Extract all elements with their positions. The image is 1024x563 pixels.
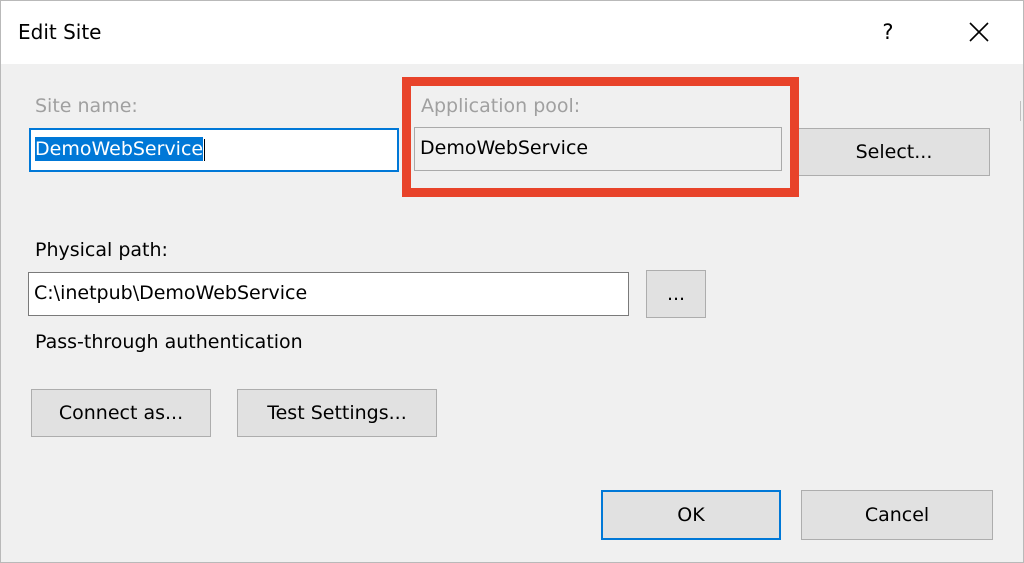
close-button[interactable] [959, 13, 999, 53]
test-settings-button[interactable]: Test Settings... [237, 389, 437, 437]
close-icon [969, 22, 989, 42]
edit-site-dialog: Edit Site ? Site name: DemoWebService Ap… [0, 0, 1024, 563]
site-name-label: Site name: [35, 95, 138, 117]
physical-path-label: Physical path: [35, 239, 168, 261]
ok-button[interactable]: OK [601, 490, 781, 540]
site-name-value: DemoWebService [35, 137, 204, 161]
site-name-input[interactable]: DemoWebService [29, 128, 399, 172]
connect-as-button[interactable]: Connect as... [31, 389, 211, 437]
help-button[interactable]: ? [873, 15, 903, 49]
physical-path-input[interactable]: C:\inetpub\DemoWebService [28, 272, 629, 316]
select-app-pool-button[interactable]: Select... [798, 128, 990, 176]
text-caret [204, 138, 206, 161]
dialog-title: Edit Site [18, 20, 102, 44]
divider [1020, 101, 1021, 121]
cancel-button[interactable]: Cancel [801, 490, 993, 540]
browse-path-button[interactable]: ... [646, 270, 706, 318]
pass-through-auth-label: Pass-through authentication [35, 331, 303, 353]
application-pool-label: Application pool: [421, 95, 581, 117]
application-pool-field: DemoWebService [414, 127, 782, 171]
title-bar: Edit Site ? [1, 1, 1023, 64]
